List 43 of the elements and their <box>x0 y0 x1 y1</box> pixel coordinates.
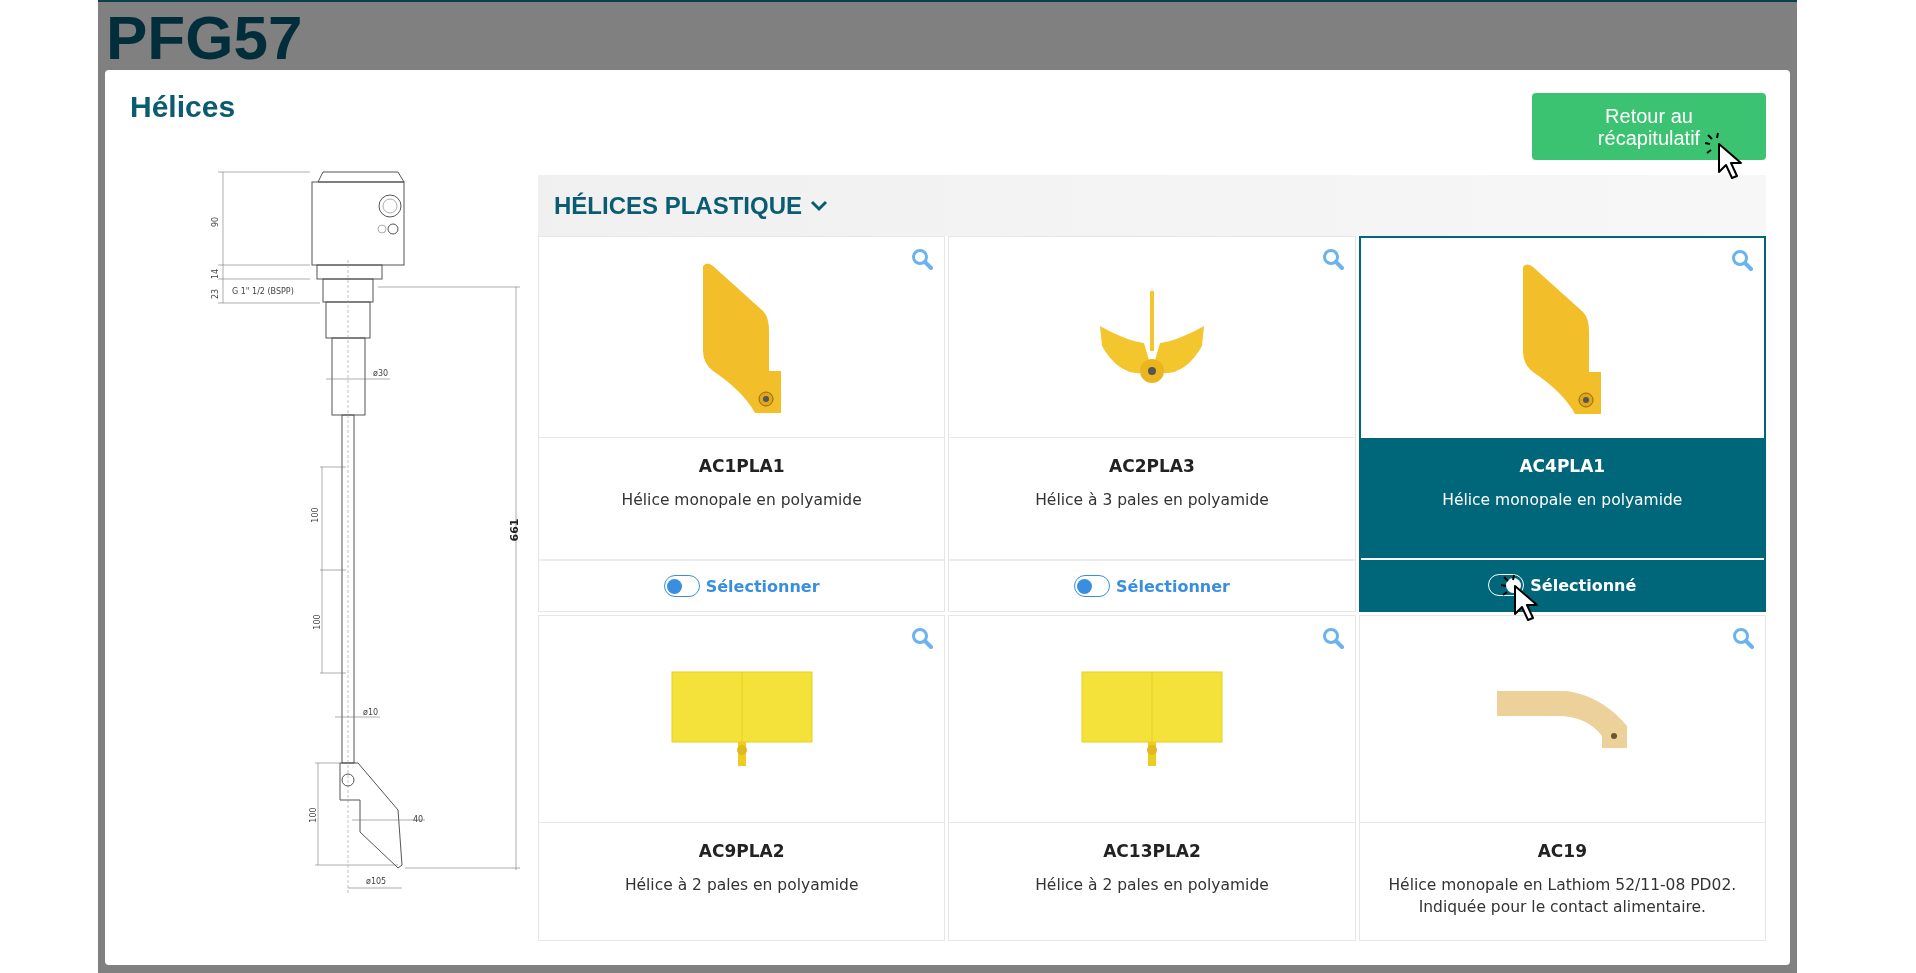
product-code: AC4PLA1 <box>1519 456 1606 476</box>
dimension-label: ø105 <box>366 877 387 886</box>
search-icon[interactable] <box>911 248 934 270</box>
product-card[interactable]: AC1PLA1 Hélice monopale en polyamide Sélectionner <box>538 236 946 612</box>
dimension-label: ø10 <box>363 708 379 717</box>
product-card[interactable]: AC13PLA2 Hélice à 2 pales en polyamide <box>948 615 1356 941</box>
modal-title: Hélices <box>130 90 236 124</box>
dimension-label: 40 <box>413 815 424 824</box>
dimension-label: 100 <box>309 807 318 823</box>
dimension-label: 100 <box>311 507 320 523</box>
section-header[interactable]: HÉLICES PLASTIQUE <box>538 175 1766 236</box>
section-title: HÉLICES PLASTIQUE <box>554 191 803 220</box>
search-icon[interactable] <box>1321 248 1344 270</box>
product-code: AC19 <box>1537 841 1587 861</box>
product-code: AC13PLA2 <box>1103 841 1201 861</box>
search-icon[interactable] <box>1321 627 1344 649</box>
product-card[interactable]: AC9PLA2 Hélice à 2 pales en polyamide <box>538 615 946 941</box>
search-icon[interactable] <box>1732 627 1754 649</box>
product-code: AC9PLA2 <box>698 841 785 861</box>
product-description: Hélice monopale en Lathiom 52/11-08 PD02. Indiquée pour le contact alimentaire. <box>1388 875 1737 918</box>
product-card[interactable]: AC19 Hélice monopale en Lathiom 52/11-08 PD02. Indiquée pour le contact alimentaire. <box>1358 615 1766 941</box>
product-description: Hélice à 3 pales en polyamide <box>1035 490 1269 511</box>
product-description: Hélice à 2 pales en polyamide <box>1035 875 1269 896</box>
product-code: AC2PLA3 <box>1109 456 1195 476</box>
dimension-label: 23 <box>211 288 220 300</box>
product-code: AC1PLA1 <box>698 456 785 476</box>
dimension-label: 661 <box>508 518 521 542</box>
dimension-label: G 1" 1/2 (BSPP) <box>232 287 294 296</box>
toggle-label[interactable]: Sélectionner <box>705 576 820 596</box>
dimension-label: 14 <box>211 268 220 280</box>
product-card[interactable]: AC4PLA1 Hélice monopale en polyamide Sélectionné <box>1358 236 1766 612</box>
search-icon[interactable] <box>1731 249 1753 271</box>
dimension-label: ø30 <box>373 369 389 378</box>
toggle-label[interactable]: Sélectionner <box>1116 576 1230 596</box>
product-card[interactable]: AC2PLA3 Hélice à 3 pales en polyamide Sélectionner <box>948 236 1356 612</box>
dimension-label: 90 <box>211 216 220 228</box>
product-description: Hélice à 2 pales en polyamide <box>624 875 859 896</box>
toggle-label[interactable]: Sélectionné <box>1530 575 1637 595</box>
dimension-label: 100 <box>313 614 322 630</box>
search-icon[interactable] <box>911 627 934 649</box>
page-title: PFG57 <box>106 2 304 70</box>
product-description: Hélice monopale en polyamide <box>621 490 862 511</box>
product-description: Hélice monopale en polyamide <box>1442 490 1683 511</box>
